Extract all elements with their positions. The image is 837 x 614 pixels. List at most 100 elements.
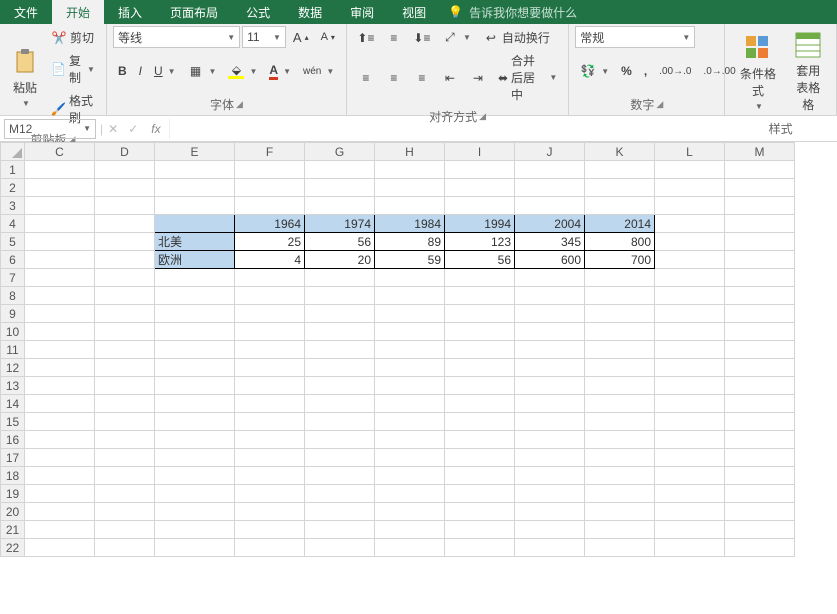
cell-E22[interactable] [155, 539, 235, 557]
cell-L19[interactable] [655, 485, 725, 503]
cell-M2[interactable] [725, 179, 795, 197]
cell-F6[interactable]: 4 [235, 251, 305, 269]
col-header-K[interactable]: K [585, 143, 655, 161]
cell-J6[interactable]: 600 [515, 251, 585, 269]
cell-C8[interactable] [25, 287, 95, 305]
col-header-E[interactable]: E [155, 143, 235, 161]
cell-F14[interactable] [235, 395, 305, 413]
cell-F15[interactable] [235, 413, 305, 431]
cell-E9[interactable] [155, 305, 235, 323]
cell-G12[interactable] [305, 359, 375, 377]
cell-D21[interactable] [95, 521, 155, 539]
col-header-H[interactable]: H [375, 143, 445, 161]
cell-I17[interactable] [445, 449, 515, 467]
cell-C18[interactable] [25, 467, 95, 485]
cell-M17[interactable] [725, 449, 795, 467]
cell-C3[interactable] [25, 197, 95, 215]
cell-I8[interactable] [445, 287, 515, 305]
align-bottom-button[interactable]: ⬇≡ [409, 27, 435, 49]
cell-D5[interactable] [95, 233, 155, 251]
cell-I16[interactable] [445, 431, 515, 449]
cell-I7[interactable] [445, 269, 515, 287]
cell-F9[interactable] [235, 305, 305, 323]
tab-insert[interactable]: 插入 [104, 0, 156, 24]
cell-H20[interactable] [375, 503, 445, 521]
col-header-C[interactable]: C [25, 143, 95, 161]
cell-I3[interactable] [445, 197, 515, 215]
cell-E13[interactable] [155, 377, 235, 395]
cell-J3[interactable] [515, 197, 585, 215]
cell-H10[interactable] [375, 323, 445, 341]
cell-J13[interactable] [515, 377, 585, 395]
name-box[interactable]: M12▼ [4, 119, 96, 139]
col-header-L[interactable]: L [655, 143, 725, 161]
row-header-3[interactable]: 3 [1, 197, 25, 215]
cell-L18[interactable] [655, 467, 725, 485]
indent-dec-button[interactable]: ⇤ [437, 67, 463, 89]
cell-G9[interactable] [305, 305, 375, 323]
cell-D13[interactable] [95, 377, 155, 395]
cell-E3[interactable] [155, 197, 235, 215]
cell-C9[interactable] [25, 305, 95, 323]
cell-J20[interactable] [515, 503, 585, 521]
cell-G13[interactable] [305, 377, 375, 395]
cell-K5[interactable]: 800 [585, 233, 655, 251]
cell-L16[interactable] [655, 431, 725, 449]
cell-H16[interactable] [375, 431, 445, 449]
align-center-button[interactable]: ≡ [381, 67, 407, 89]
cell-L1[interactable] [655, 161, 725, 179]
cell-M5[interactable] [725, 233, 795, 251]
cell-F17[interactable] [235, 449, 305, 467]
row-header-7[interactable]: 7 [1, 269, 25, 287]
cell-F5[interactable]: 25 [235, 233, 305, 251]
cell-H3[interactable] [375, 197, 445, 215]
cell-H13[interactable] [375, 377, 445, 395]
cell-I11[interactable] [445, 341, 515, 359]
cell-K14[interactable] [585, 395, 655, 413]
cell-M12[interactable] [725, 359, 795, 377]
cell-J21[interactable] [515, 521, 585, 539]
cell-L15[interactable] [655, 413, 725, 431]
indent-inc-button[interactable]: ⇥ [465, 67, 491, 89]
cell-L21[interactable] [655, 521, 725, 539]
row-header-2[interactable]: 2 [1, 179, 25, 197]
cell-J11[interactable] [515, 341, 585, 359]
cell-F19[interactable] [235, 485, 305, 503]
cell-F11[interactable] [235, 341, 305, 359]
font-name-select[interactable]: 等线▼ [113, 26, 240, 48]
cell-L2[interactable] [655, 179, 725, 197]
cell-C21[interactable] [25, 521, 95, 539]
cell-C19[interactable] [25, 485, 95, 503]
align-right-button[interactable]: ≡ [409, 67, 435, 89]
cell-L13[interactable] [655, 377, 725, 395]
cell-K19[interactable] [585, 485, 655, 503]
cell-G16[interactable] [305, 431, 375, 449]
tab-file[interactable]: 文件 [0, 0, 52, 24]
grow-font-button[interactable]: A▴ [288, 27, 314, 48]
col-header-M[interactable]: M [725, 143, 795, 161]
cell-J9[interactable] [515, 305, 585, 323]
cell-J1[interactable] [515, 161, 585, 179]
cell-H6[interactable]: 59 [375, 251, 445, 269]
underline-button[interactable]: U▼ [149, 61, 181, 81]
cut-button[interactable]: ✂️剪切 [46, 26, 100, 49]
fill-color-button[interactable]: ⬙▼ [223, 60, 262, 82]
cell-J19[interactable] [515, 485, 585, 503]
cell-I15[interactable] [445, 413, 515, 431]
font-size-select[interactable]: 11▼ [242, 26, 286, 48]
cell-D18[interactable] [95, 467, 155, 485]
cell-J15[interactable] [515, 413, 585, 431]
cell-F13[interactable] [235, 377, 305, 395]
cell-D3[interactable] [95, 197, 155, 215]
cell-K15[interactable] [585, 413, 655, 431]
cell-L3[interactable] [655, 197, 725, 215]
formula-input[interactable] [169, 119, 837, 139]
cell-F7[interactable] [235, 269, 305, 287]
cell-D1[interactable] [95, 161, 155, 179]
cell-D16[interactable] [95, 431, 155, 449]
cell-H15[interactable] [375, 413, 445, 431]
cell-G15[interactable] [305, 413, 375, 431]
cell-D17[interactable] [95, 449, 155, 467]
cell-L12[interactable] [655, 359, 725, 377]
cell-C4[interactable] [25, 215, 95, 233]
